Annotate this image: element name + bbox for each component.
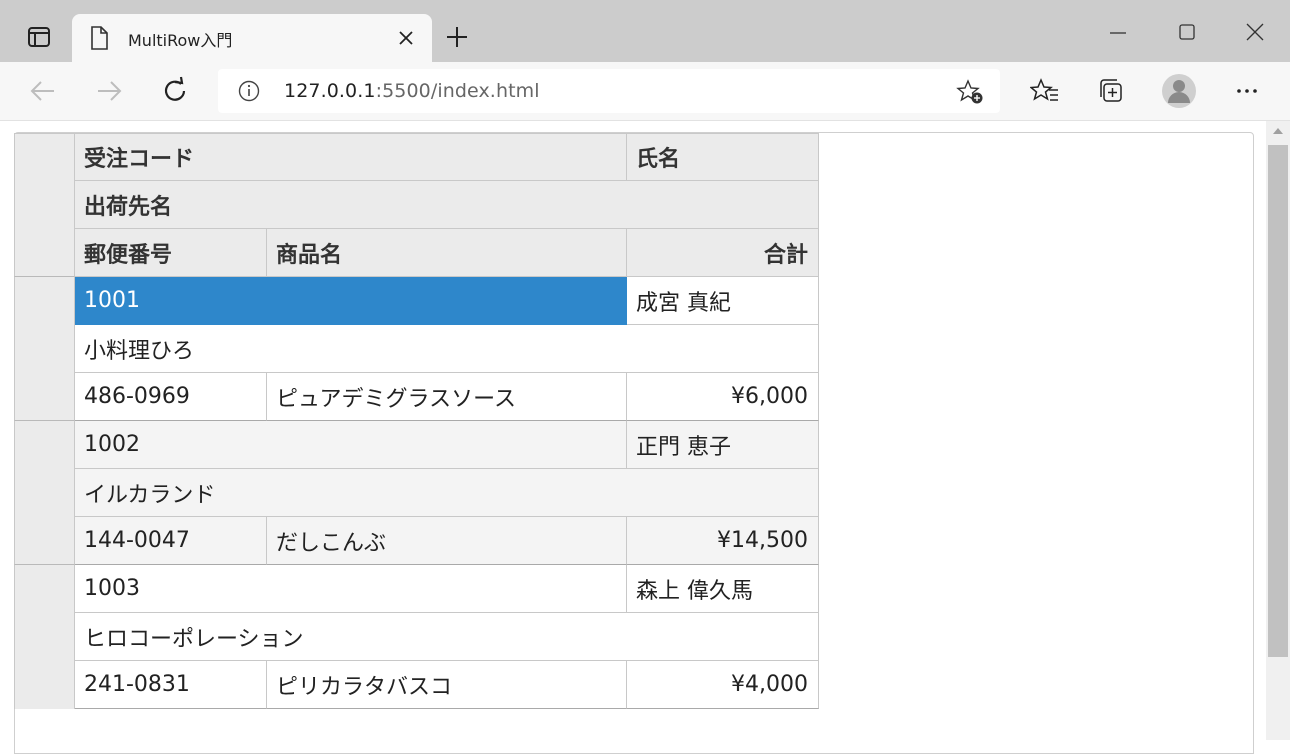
tab-strip: MultiRow入門 (0, 0, 1290, 62)
cell-product[interactable]: だしこんぶ (267, 517, 627, 565)
header-order-code[interactable]: 受注コード (75, 133, 627, 181)
close-window-icon[interactable] (1242, 20, 1268, 46)
cell-ship-to[interactable]: 小料理ひろ (75, 325, 819, 373)
vertical-scrollbar[interactable] (1266, 121, 1290, 740)
browser-toolbar: 127.0.0.1:5500/index.html (0, 62, 1290, 121)
forward-arrow-icon[interactable] (94, 76, 124, 106)
cell-total[interactable]: ¥14,500 (627, 517, 819, 565)
cell-product[interactable]: ピリカラタバスコ (267, 661, 627, 709)
header-ship-to[interactable]: 出荷先名 (75, 181, 819, 229)
minimize-icon[interactable] (1105, 20, 1131, 46)
collections-icon[interactable] (1096, 76, 1126, 106)
header-total[interactable]: 合計 (627, 229, 819, 277)
cell-customer[interactable]: 成宮 真紀 (627, 277, 819, 325)
cell-ship-to[interactable]: ヒロコーポレーション (75, 613, 819, 661)
favorites-icon[interactable] (1030, 76, 1060, 106)
reload-icon[interactable] (160, 76, 190, 106)
tab-title: MultiRow入門 (128, 31, 233, 50)
close-tab-icon[interactable] (394, 26, 418, 50)
back-arrow-icon[interactable] (28, 76, 58, 106)
corner-header[interactable] (14, 133, 75, 277)
scroll-up-arrow-icon[interactable] (1272, 127, 1284, 135)
row-header[interactable] (14, 421, 75, 565)
profile-avatar-icon[interactable] (1160, 72, 1198, 110)
page-icon (91, 26, 108, 50)
new-tab-icon[interactable] (444, 24, 470, 50)
cell-order-code[interactable]: 1002 (75, 421, 627, 469)
maximize-icon[interactable] (1174, 20, 1200, 46)
active-tab[interactable]: MultiRow入門 (72, 14, 432, 62)
url-host: 127.0.0.1 (284, 80, 376, 102)
scrollbar-thumb[interactable] (1268, 145, 1288, 657)
cell-zip[interactable]: 241-0831 (75, 661, 267, 709)
more-menu-icon[interactable] (1232, 76, 1262, 106)
add-favorite-icon[interactable] (956, 79, 984, 105)
row-header[interactable] (14, 277, 75, 421)
cell-zip[interactable]: 144-0047 (75, 517, 267, 565)
url-text: 127.0.0.1:5500/index.html (284, 80, 540, 102)
tab-actions-icon[interactable] (14, 22, 58, 54)
url-path: :5500/index.html (375, 80, 540, 102)
cell-zip[interactable]: 486-0969 (75, 373, 267, 421)
row-header[interactable] (14, 565, 75, 709)
address-bar[interactable]: 127.0.0.1:5500/index.html (218, 69, 1000, 113)
cell-ship-to[interactable]: イルカランド (75, 469, 819, 517)
header-product[interactable]: 商品名 (267, 229, 627, 277)
cell-order-code[interactable]: 1003 (75, 565, 627, 613)
cell-total[interactable]: ¥4,000 (627, 661, 819, 709)
cell-customer[interactable]: 森上 偉久馬 (627, 565, 819, 613)
info-icon[interactable] (238, 80, 260, 102)
cell-total[interactable]: ¥6,000 (627, 373, 819, 421)
header-customer[interactable]: 氏名 (627, 133, 819, 181)
cell-customer[interactable]: 正門 恵子 (627, 421, 819, 469)
cell-product[interactable]: ピュアデミグラスソース (267, 373, 627, 421)
cell-order-code[interactable]: 1001 (75, 277, 627, 325)
header-zip[interactable]: 郵便番号 (75, 229, 267, 277)
